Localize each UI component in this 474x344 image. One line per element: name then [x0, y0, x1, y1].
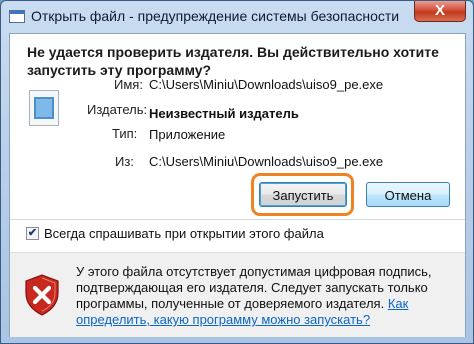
divider — [10, 219, 465, 220]
publisher-value: Неизвестный издатель — [149, 106, 299, 121]
close-button[interactable]: X — [414, 1, 466, 22]
application-icon — [9, 10, 25, 23]
warning-footer: У этого файла отсутствует допустимая циф… — [10, 252, 465, 337]
file-icon — [29, 90, 59, 126]
security-warning-window: Открыть файл - предупреждение системы бе… — [0, 0, 474, 344]
always-ask-checkbox[interactable]: ✔ — [26, 227, 39, 240]
publisher-label: Издатель: — [87, 102, 148, 117]
name-value: C:\Users\Miniu\Downloads\uiso9_pe.exe — [149, 77, 384, 92]
warning-message: У этого файла отсутствует допустимая циф… — [76, 264, 432, 311]
always-ask-label[interactable]: Всегда спрашивать при открытии этого фай… — [44, 226, 324, 241]
security-shield-icon — [25, 274, 59, 316]
warning-text: У этого файла отсутствует допустимая циф… — [76, 264, 446, 328]
dialog-heading: Не удается проверить издателя. Вы действ… — [27, 44, 439, 78]
run-button[interactable]: Запустить — [259, 182, 347, 207]
from-label: Из: — [115, 154, 134, 169]
type-label: Тип: — [112, 126, 138, 141]
close-icon: X — [434, 2, 445, 19]
window-title: Открыть файл - предупреждение системы бе… — [31, 8, 400, 24]
name-label: Имя: — [114, 77, 143, 92]
cancel-button[interactable]: Отмена — [366, 182, 450, 207]
title-bar[interactable]: Открыть файл - предупреждение системы бе… — [1, 1, 473, 33]
type-value: Приложение — [149, 127, 226, 142]
checkmark-icon: ✔ — [27, 227, 38, 239]
dialog-content: Не удается проверить издателя. Вы действ… — [9, 33, 466, 337]
from-value: C:\Users\Miniu\Downloads\uiso9_pe.exe — [149, 154, 384, 169]
